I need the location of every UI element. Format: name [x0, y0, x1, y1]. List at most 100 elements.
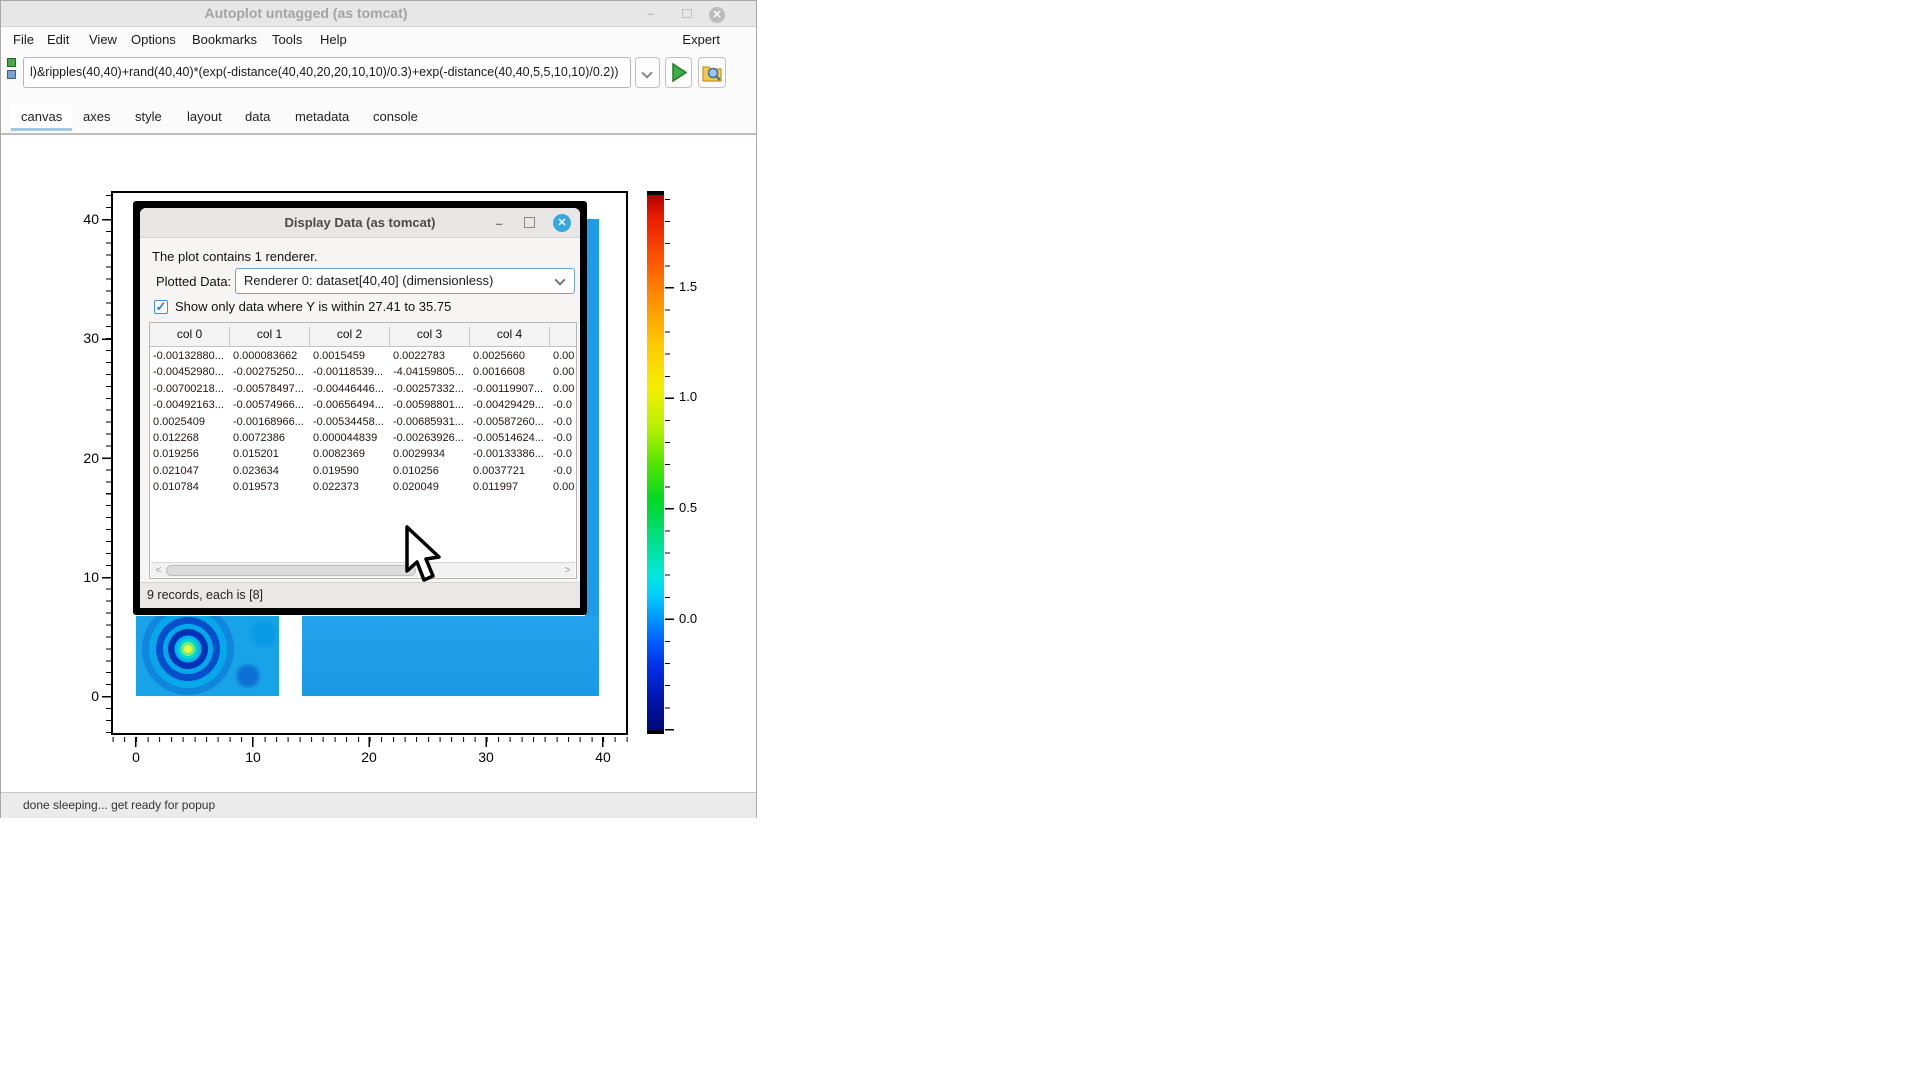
y-tick-label: 20: [59, 450, 99, 466]
autoplot-window: Autoplot untagged (as tomcat) – ✕ File E…: [0, 0, 757, 818]
cell: -0.00133386...: [470, 448, 548, 460]
uri-dropdown-button[interactable]: [635, 57, 660, 88]
dialog-status-strip: 9 records, each is [8]: [140, 582, 580, 608]
tab-metadata[interactable]: metadata: [285, 105, 359, 128]
chevron-down-icon: [554, 274, 565, 285]
menu-help[interactable]: Help: [320, 32, 347, 47]
tab-canvas[interactable]: canvas: [11, 105, 72, 131]
cell: 0.012268: [150, 432, 228, 444]
chevron-down-icon: [641, 67, 652, 78]
cell: -0.00446446...: [310, 383, 388, 395]
y-tick-label: 30: [59, 330, 99, 346]
column-header[interactable]: col 3: [390, 327, 470, 347]
cell: -0.00118539...: [310, 366, 388, 378]
column-header[interactable]: col 2: [310, 327, 390, 347]
cell: 0.020049: [390, 481, 468, 493]
uri-input[interactable]: l)&ripples(40,40)+rand(40,40)*(exp(-dist…: [23, 57, 631, 88]
cell: -0.00700218...: [150, 383, 228, 395]
window-titlebar: Autoplot untagged (as tomcat) – ✕: [1, 1, 756, 27]
filter-checkbox-label: Show only data where Y is within 27.41 t…: [175, 299, 451, 314]
filter-checkbox[interactable]: ✓: [154, 300, 168, 314]
cell: -0.0: [550, 465, 576, 477]
cell: 0.019590: [310, 465, 388, 477]
window-close-icon[interactable]: ✕: [709, 7, 725, 23]
menu-options[interactable]: Options: [131, 32, 176, 47]
colorbar-major-ticks: [665, 191, 674, 734]
tab-axes[interactable]: axes: [73, 105, 120, 128]
cell: 0.023634: [230, 465, 308, 477]
menu-file[interactable]: File: [13, 32, 34, 47]
scrollbar-thumb[interactable]: [166, 565, 416, 576]
table-row[interactable]: -0.00492163... -0.00574966... -0.0065649…: [150, 397, 576, 413]
display-data-dialog-frame: Display Data (as tomcat) – ✕ The plot co…: [133, 201, 587, 615]
colorbar: [647, 191, 664, 734]
table-row[interactable]: 0.012268 0.0072386 0.000044839 -0.002639…: [150, 430, 576, 446]
cell: -0.00656494...: [310, 399, 388, 411]
status-bar: done sleeping... get ready for popup: [1, 792, 756, 818]
cell: -0.00598801...: [390, 399, 468, 411]
table-row[interactable]: -0.00132880... 0.000083662 0.0015459 0.0…: [150, 348, 576, 364]
cell: 0.00: [550, 481, 576, 493]
scroll-left-icon[interactable]: <: [152, 564, 165, 577]
cell: -0.00574966...: [230, 399, 308, 411]
go-plot-button[interactable]: [665, 57, 692, 88]
cell: 0.0025660: [470, 350, 548, 362]
column-header[interactable]: col 1: [230, 327, 310, 347]
tab-console[interactable]: console: [363, 105, 428, 128]
cell: 0.015201: [230, 448, 308, 460]
dialog-close-icon[interactable]: ✕: [553, 214, 571, 232]
dialog-minimize-icon[interactable]: –: [492, 216, 506, 231]
tab-bar: canvas axes style layout data metadata c…: [1, 99, 756, 135]
renderer-info-text: The plot contains 1 renderer.: [152, 249, 318, 264]
menu-bookmarks[interactable]: Bookmarks: [192, 32, 257, 47]
scroll-right-icon[interactable]: >: [561, 564, 574, 577]
tab-data[interactable]: data: [235, 105, 280, 128]
horizontal-scrollbar[interactable]: < >: [151, 562, 575, 577]
expert-mode-label[interactable]: Expert: [682, 32, 720, 47]
dialog-maximize-icon[interactable]: [524, 217, 535, 228]
cell: 0.019256: [150, 448, 228, 460]
cell: -0.0: [550, 448, 576, 460]
cell: -0.0: [550, 432, 576, 444]
table-row[interactable]: 0.021047 0.023634 0.019590 0.010256 0.00…: [150, 463, 576, 479]
cell: -0.00119907...: [470, 383, 548, 395]
table-header-row: col 0 col 1 col 2 col 3 col 4: [150, 323, 576, 347]
folder-search-icon: [699, 58, 725, 87]
cell: 0.0082369: [310, 448, 388, 460]
cell: -0.00578497...: [230, 383, 308, 395]
colorbar-tick-label: 0.5: [679, 500, 713, 515]
table-row[interactable]: -0.00700218... -0.00578497... -0.0044644…: [150, 381, 576, 397]
inspect-uri-button[interactable]: [698, 57, 726, 88]
window-minimize-icon[interactable]: –: [643, 7, 658, 22]
cell: 0.0037721: [470, 465, 548, 477]
heatmap-flat-region: [302, 616, 599, 696]
window-maximize-icon[interactable]: [679, 7, 694, 22]
cell: 0.0016608: [470, 366, 548, 378]
plotted-data-select[interactable]: Renderer 0: dataset[40,40] (dimensionles…: [235, 268, 575, 294]
tab-style[interactable]: style: [125, 105, 172, 128]
cell: 0.021047: [150, 465, 228, 477]
dialog-title: Display Data (as tomcat): [140, 215, 580, 230]
cell: -0.00492163...: [150, 399, 228, 411]
menu-view[interactable]: View: [89, 32, 117, 47]
table-row[interactable]: -0.00452980... -0.00275250... -0.0011853…: [150, 364, 576, 380]
y-axis-major-ticks: [102, 191, 111, 735]
cell: 0.011997: [470, 481, 548, 493]
table-row[interactable]: 0.010784 0.019573 0.022373 0.020049 0.01…: [150, 479, 576, 495]
menu-edit[interactable]: Edit: [47, 32, 69, 47]
table-row[interactable]: 0.019256 0.015201 0.0082369 0.0029934 -0…: [150, 446, 576, 462]
menu-tools[interactable]: Tools: [272, 32, 302, 47]
cell: 0.019573: [230, 481, 308, 493]
column-header[interactable]: col 4: [470, 327, 550, 347]
cell: 0.000083662: [230, 350, 308, 362]
column-header[interactable]: [550, 327, 577, 347]
cell: -0.00429429...: [470, 399, 548, 411]
data-table[interactable]: col 0 col 1 col 2 col 3 col 4 -0.0013288…: [149, 322, 577, 579]
datasource-status-icon: [7, 58, 17, 80]
table-row[interactable]: 0.0025409 -0.00168966... -0.00534458... …: [150, 414, 576, 430]
plotted-data-value: Renderer 0: dataset[40,40] (dimensionles…: [244, 273, 493, 288]
tab-layout[interactable]: layout: [177, 105, 232, 128]
cell: -0.00132880...: [150, 350, 228, 362]
column-header[interactable]: col 0: [150, 327, 230, 347]
cell: 0.00: [550, 366, 576, 378]
